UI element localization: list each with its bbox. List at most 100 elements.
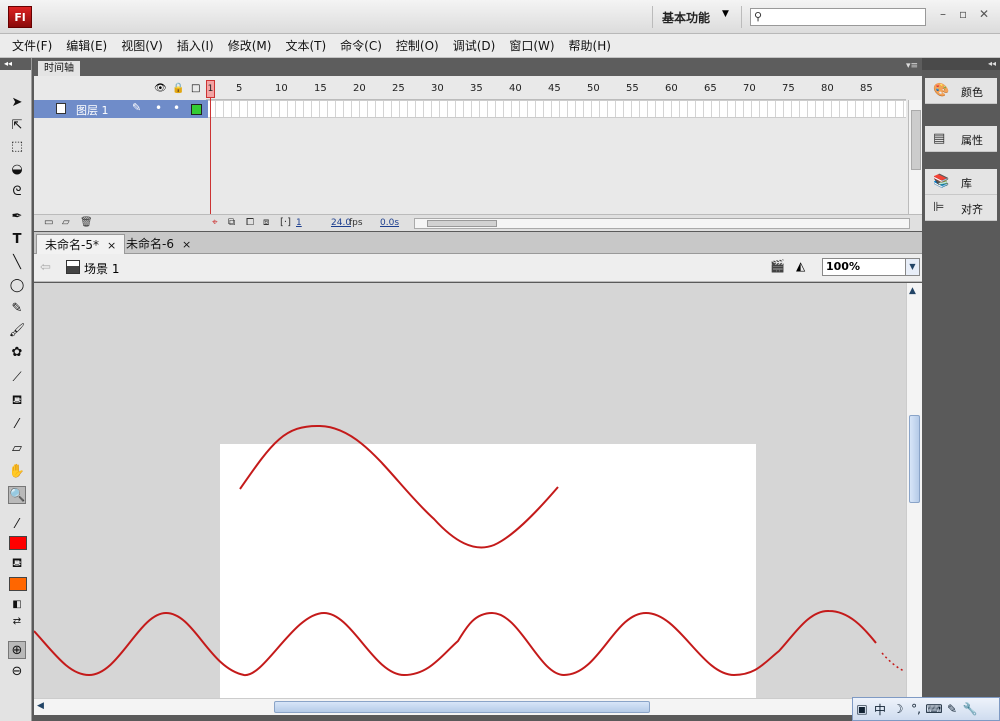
lower-wave-curve[interactable]	[34, 609, 877, 677]
panel-library[interactable]: 📚 库	[925, 169, 997, 195]
panel-properties[interactable]: ▤ 属性	[925, 126, 997, 152]
chevron-down-icon[interactable]: ▼	[722, 9, 729, 19]
menu-debug[interactable]: 调试(D)	[453, 37, 496, 54]
pencil-tool-icon[interactable]: ✎	[8, 300, 26, 318]
scroll-up-icon[interactable]: ▲	[909, 286, 916, 296]
show-hide-icon[interactable]: 👁	[154, 83, 167, 94]
timeline-vertical-scrollbar[interactable]	[908, 100, 922, 218]
scroll-left-icon[interactable]: ◀	[37, 701, 44, 711]
handwriting-icon[interactable]: ✎	[943, 702, 961, 716]
eyedropper-tool-icon[interactable]: ⁄	[8, 416, 26, 434]
selection-tool-icon[interactable]: ➤	[8, 94, 26, 112]
new-folder-icon[interactable]: ▱	[62, 217, 70, 228]
frame-grid[interactable]	[208, 100, 906, 118]
eraser-tool-icon[interactable]: ▱	[8, 440, 26, 458]
stage-horizontal-scrollbar[interactable]: ◀	[34, 698, 906, 715]
close-icon[interactable]: ×	[182, 238, 191, 251]
menu-help[interactable]: 帮助(H)	[569, 37, 611, 54]
bone-tool-icon[interactable]: ⟋	[8, 369, 26, 387]
collapse-icon[interactable]: ◂◂	[0, 58, 31, 70]
subselection-tool-icon[interactable]: ⇱	[8, 117, 26, 135]
text-tool-icon[interactable]: T	[8, 231, 26, 249]
lock-dot[interactable]: •	[173, 101, 180, 115]
tab-document-6[interactable]: 未命名-6 ×	[118, 234, 199, 254]
swap-colors-icon[interactable]: ⇄	[8, 613, 26, 631]
pen-tool-icon[interactable]: ✒	[8, 208, 26, 226]
paint-bucket-tool-icon[interactable]: ⛾	[8, 392, 26, 410]
zoom-tool-icon[interactable]: 🔍	[8, 486, 26, 504]
edit-scene-icon[interactable]: 🎬	[770, 259, 788, 275]
layer-row[interactable]: 图层 1 ✎ • •	[34, 100, 208, 118]
panel-align[interactable]: ⊫ 对齐	[925, 195, 997, 221]
playhead[interactable]: 1	[206, 80, 215, 98]
upper-wave-curve[interactable]	[239, 424, 559, 549]
workspace-switcher[interactable]: 基本功能	[662, 9, 710, 26]
timeline-horizontal-scrollbar[interactable]	[414, 218, 910, 229]
current-frame[interactable]: 1	[296, 218, 302, 228]
panel-color[interactable]: 🎨 颜色	[925, 78, 997, 104]
zoom-out-icon[interactable]: ⊖	[8, 663, 26, 681]
chevron-down-icon[interactable]: ▼	[905, 259, 919, 275]
onion-skin-outlines-icon[interactable]: ⧠	[246, 217, 254, 228]
menu-commands[interactable]: 命令(C)	[340, 37, 382, 54]
maximize-icon[interactable]: ▫	[959, 7, 967, 21]
stage-vertical-scrollbar[interactable]: ▲	[906, 283, 922, 698]
scene-label[interactable]: 场景 1	[84, 260, 119, 277]
modify-markers-icon[interactable]: [·]	[280, 217, 291, 228]
ime-logo-icon[interactable]: ▣	[853, 702, 871, 716]
edit-symbols-icon[interactable]: ◭	[796, 259, 814, 275]
zoom-select[interactable]: 100% ▼	[822, 258, 920, 276]
3d-rotation-tool-icon[interactable]: ◒	[8, 161, 26, 179]
outline-color-box[interactable]	[191, 104, 202, 115]
oval-tool-icon[interactable]: ◯	[8, 277, 26, 295]
help-search-input[interactable]: ⚲	[750, 8, 926, 26]
tab-timeline[interactable]: 时间轴	[38, 61, 80, 76]
elapsed-time[interactable]: 0.0s	[380, 218, 399, 228]
layer-name[interactable]: 图层 1	[76, 102, 109, 118]
settings-icon[interactable]: 🔧	[961, 702, 979, 716]
menu-edit[interactable]: 编辑(E)	[66, 37, 107, 54]
keyboard-icon[interactable]: ⌨	[925, 702, 943, 716]
pasteboard[interactable]	[34, 283, 906, 698]
zoom-in-icon[interactable]: ⊕	[8, 641, 26, 659]
stroke-color-swatch[interactable]	[9, 536, 27, 550]
new-layer-icon[interactable]: ▭	[44, 217, 53, 228]
fill-color-swatch[interactable]	[9, 577, 27, 591]
hand-tool-icon[interactable]: ✋	[8, 463, 26, 481]
menu-control[interactable]: 控制(O)	[396, 37, 439, 54]
edit-multiple-frames-icon[interactable]: ⧈	[263, 217, 269, 228]
menu-view[interactable]: 视图(V)	[121, 37, 163, 54]
frame-ruler[interactable]: 1 5 10 15 20 25 30 35 40 45 50 55 60 65 …	[206, 76, 906, 100]
menu-text[interactable]: 文本(T)	[285, 37, 326, 54]
menu-file[interactable]: 文件(F)	[12, 37, 52, 54]
back-arrow-icon[interactable]: ⇦	[40, 260, 51, 275]
menu-window[interactable]: 窗口(W)	[509, 37, 554, 54]
moon-icon[interactable]: ☽	[889, 702, 907, 716]
minimize-icon[interactable]: –	[940, 7, 946, 21]
onion-skin-icon[interactable]: ⧉	[228, 217, 235, 228]
punctuation-icon[interactable]: °,	[907, 702, 925, 716]
free-transform-tool-icon[interactable]: ⬚	[8, 138, 26, 156]
lasso-tool-icon[interactable]: ᘓ	[8, 183, 26, 201]
close-icon[interactable]: ×	[107, 239, 116, 252]
line-tool-icon[interactable]: ╲	[8, 254, 26, 272]
panel-menu-icon[interactable]: ▾≡	[906, 61, 918, 71]
center-frame-icon[interactable]: ⌖	[212, 217, 218, 228]
default-colors-icon[interactable]: ◧	[8, 596, 26, 614]
menu-insert[interactable]: 插入(I)	[177, 37, 214, 54]
scroll-thumb[interactable]	[911, 110, 921, 170]
tab-document-5[interactable]: 未命名-5* ×	[36, 234, 126, 254]
expand-panels-icon[interactable]: ◂◂	[922, 58, 1000, 70]
brush-tool-icon[interactable]: 🖌	[8, 322, 26, 340]
delete-icon[interactable]: 🗑	[80, 217, 93, 228]
ime-mode[interactable]: 中	[871, 701, 889, 718]
scroll-thumb[interactable]	[274, 701, 650, 713]
scroll-thumb[interactable]	[909, 415, 920, 503]
lock-icon[interactable]: 🔒	[172, 83, 184, 94]
drawn-curves[interactable]	[34, 283, 906, 698]
close-icon[interactable]: ✕	[979, 7, 989, 21]
deco-tool-icon[interactable]: ✿	[8, 344, 26, 362]
scroll-thumb[interactable]	[427, 220, 497, 227]
visibility-dot[interactable]: •	[155, 101, 162, 115]
outline-icon[interactable]: □	[191, 83, 200, 94]
